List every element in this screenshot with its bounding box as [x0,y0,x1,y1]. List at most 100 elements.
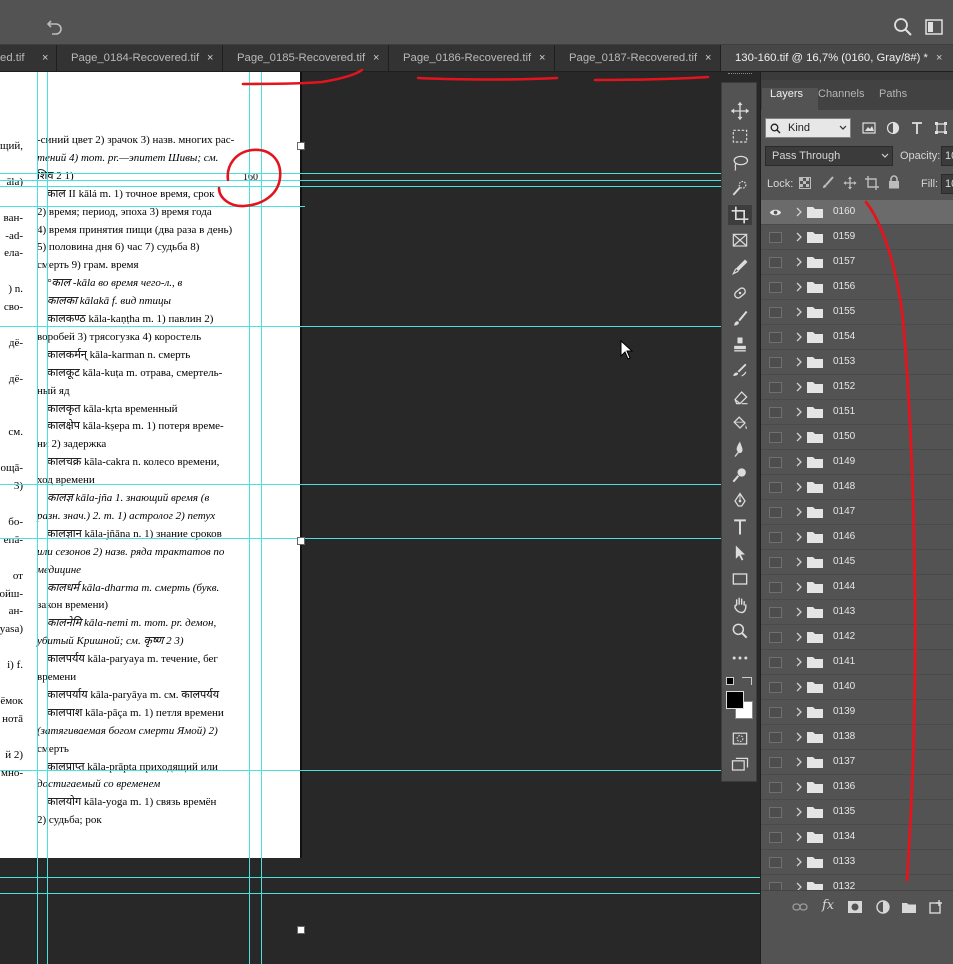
tab-close-icon[interactable]: × [936,45,942,71]
visibility-toggle[interactable] [769,232,782,243]
horizontal-guide[interactable] [0,173,725,174]
chevron-right-icon[interactable] [795,831,803,843]
chevron-right-icon[interactable] [795,631,803,643]
quick-mask-icon[interactable] [728,729,752,749]
chevron-right-icon[interactable] [795,581,803,593]
chevron-right-icon[interactable] [795,356,803,368]
visibility-toggle[interactable] [769,857,782,868]
crop-tool-icon[interactable] [728,205,752,225]
layer-row[interactable]: 0146 [761,525,953,550]
chevron-right-icon[interactable] [795,406,803,418]
tab-document-0[interactable]: ered.tif × [0,45,57,71]
more-tools-icon[interactable] [728,648,752,668]
add-mask-icon[interactable] [847,899,863,915]
tab-close-icon[interactable]: × [373,45,379,71]
chevron-right-icon[interactable] [795,856,803,868]
type-filter-icon[interactable] [910,121,924,135]
shape-filter-icon[interactable] [934,121,948,135]
link-layers-icon[interactable] [792,899,808,915]
rectangle-tool-icon[interactable] [728,569,752,589]
pixel-filter-icon[interactable] [862,121,876,135]
lock-transparent-icon[interactable] [799,177,811,189]
layer-row[interactable]: 0149 [761,450,953,475]
chevron-right-icon[interactable] [795,231,803,243]
frame-tool-icon[interactable] [728,231,752,251]
chevron-right-icon[interactable] [795,281,803,293]
layer-row[interactable]: 0150 [761,425,953,450]
visibility-toggle[interactable] [769,707,782,718]
layer-row[interactable]: 0141 [761,650,953,675]
tab-document-4[interactable]: Page_0187-Recovered.tif × [555,45,721,71]
layer-row[interactable]: 0143 [761,600,953,625]
tab-close-icon[interactable]: × [207,45,213,71]
visibility-toggle[interactable] [769,657,782,668]
horizontal-guide[interactable] [0,206,305,207]
visibility-toggle[interactable] [769,282,782,293]
layer-row[interactable]: 0142 [761,625,953,650]
visibility-toggle[interactable] [769,607,782,618]
layer-row[interactable]: 0160 [761,200,953,225]
layer-row[interactable]: 0137 [761,750,953,775]
horizontal-guide[interactable] [0,538,725,539]
layer-row[interactable]: 0144 [761,575,953,600]
visibility-toggle[interactable] [769,332,782,343]
visibility-toggle[interactable] [769,307,782,318]
tab-close-icon[interactable]: × [705,45,711,71]
eraser-tool-icon[interactable] [728,387,752,407]
horizontal-guide[interactable] [0,770,725,771]
visibility-toggle[interactable] [769,382,782,393]
layer-row[interactable]: 0157 [761,250,953,275]
quick-selection-tool-icon[interactable] [728,179,752,199]
chevron-right-icon[interactable] [795,756,803,768]
path-selection-tool-icon[interactable] [728,543,752,563]
zoom-tool-icon[interactable] [728,621,752,641]
new-group-icon[interactable] [901,899,917,915]
blur-tool-icon[interactable] [728,439,752,459]
move-tool-icon[interactable] [728,101,752,121]
panel-collapse-bar[interactable] [761,72,953,80]
visibility-toggle[interactable] [769,457,782,468]
lock-all-icon[interactable] [888,175,900,189]
chevron-right-icon[interactable] [795,881,803,890]
transform-handle[interactable] [297,537,305,545]
visibility-toggle[interactable] [769,882,782,890]
layer-row[interactable]: 0156 [761,275,953,300]
visibility-toggle[interactable] [769,532,782,543]
chevron-right-icon[interactable] [795,681,803,693]
chevron-right-icon[interactable] [795,781,803,793]
layer-row[interactable]: 0145 [761,550,953,575]
horizontal-guide[interactable] [0,186,725,187]
layer-row[interactable]: 0147 [761,500,953,525]
lock-artboard-icon[interactable] [865,176,879,190]
layer-row[interactable]: 0133 [761,850,953,875]
chevron-right-icon[interactable] [795,706,803,718]
horizontal-guide[interactable] [0,326,725,327]
layer-row[interactable]: 0132 [761,875,953,890]
visibility-toggle[interactable] [769,807,782,818]
chevron-right-icon[interactable] [795,206,803,218]
visibility-toggle[interactable] [769,257,782,268]
fx-icon[interactable]: fx [822,898,838,914]
layer-row[interactable]: 0154 [761,325,953,350]
adjustment-filter-icon[interactable] [886,121,900,135]
horizontal-guide[interactable] [0,877,760,878]
type-tool-icon[interactable] [728,517,752,537]
visibility-toggle[interactable] [769,732,782,743]
pen-tool-icon[interactable] [728,491,752,511]
layer-row[interactable]: 0139 [761,700,953,725]
visibility-toggle[interactable] [769,782,782,793]
chevron-right-icon[interactable] [795,256,803,268]
fill-input[interactable]: 10 [941,174,953,194]
foreground-color-swatch[interactable] [726,691,744,709]
transform-handle[interactable] [297,926,305,934]
visibility-toggle[interactable] [769,507,782,518]
chevron-right-icon[interactable] [795,431,803,443]
layer-row[interactable]: 0148 [761,475,953,500]
dodge-tool-icon[interactable] [728,465,752,485]
layer-row[interactable]: 0155 [761,300,953,325]
visibility-toggle[interactable] [769,682,782,693]
chevron-right-icon[interactable] [795,531,803,543]
blend-mode-select[interactable]: Pass Through [765,146,893,166]
chevron-right-icon[interactable] [795,656,803,668]
new-layer-icon[interactable] [928,899,944,915]
